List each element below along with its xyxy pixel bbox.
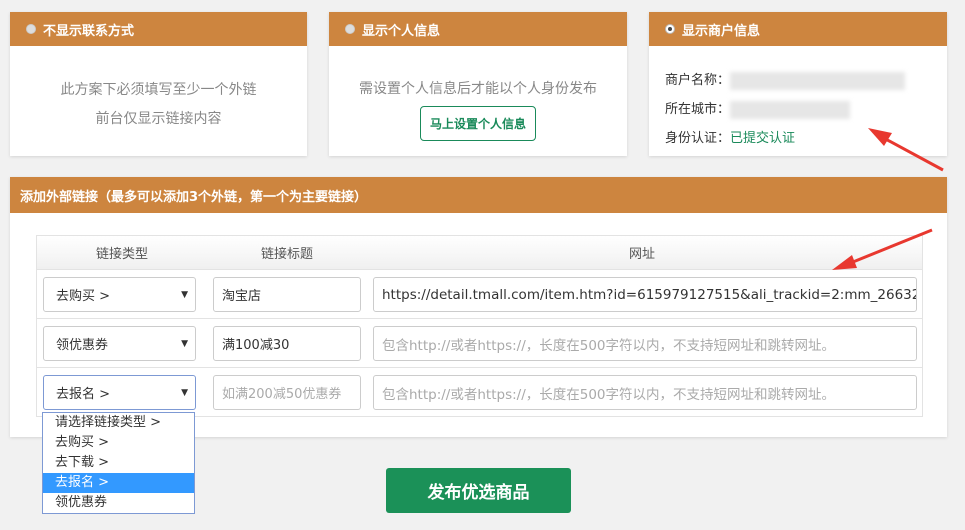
links-table: 链接类型 链接标题 网址 去购买 > ▼ 淘宝店 https://detail.t… bbox=[36, 235, 923, 417]
card-text: 此方案下必须填写至少一个外链 bbox=[60, 82, 257, 98]
dropdown-option[interactable]: 去购买 > bbox=[43, 433, 194, 453]
dropdown-option-selected[interactable]: 去报名 > bbox=[43, 473, 194, 493]
radio-merchant-info[interactable] bbox=[665, 24, 675, 34]
header-title: 链接标题 bbox=[260, 247, 313, 262]
card-title: 显示个人信息 bbox=[362, 23, 441, 39]
external-links-panel: 添加外部链接（最多可以添加3个外链，第一个为主要链接） 链接类型 链接标题 网址… bbox=[10, 177, 947, 437]
city-blurred bbox=[730, 100, 851, 119]
auth-status: 已提交认证 bbox=[730, 131, 796, 146]
merchant-name-blurred bbox=[730, 71, 906, 90]
dropdown-arrow-icon: ▼ bbox=[181, 289, 188, 300]
dropdown-arrow-icon: ▼ bbox=[181, 338, 188, 349]
link-type-select[interactable]: 去报名 > ▼ bbox=[43, 375, 196, 410]
dropdown-option[interactable]: 领优惠券 bbox=[43, 493, 194, 513]
url-input[interactable]: 包含http://或者https://，长度在500字符以内，不支持短网址和跳转… bbox=[373, 326, 917, 361]
dropdown-option[interactable]: 请选择链接类型 > bbox=[43, 413, 194, 433]
url-input[interactable]: https://detail.tmall.com/item.htm?id=615… bbox=[373, 277, 917, 312]
card-hide-contact[interactable]: 不显示联系方式 此方案下必须填写至少一个外链 前台仅显示链接内容 bbox=[10, 12, 307, 156]
table-row: 去购买 > ▼ 淘宝店 https://detail.tmall.com/item… bbox=[37, 270, 922, 319]
panel-title: 添加外部链接（最多可以添加3个外链，第一个为主要链接） bbox=[10, 177, 947, 213]
radio-personal-info[interactable] bbox=[345, 24, 355, 34]
card-title: 不显示联系方式 bbox=[43, 23, 135, 39]
header-url: 网址 bbox=[628, 247, 655, 262]
card-text: 前台仅显示链接内容 bbox=[95, 111, 222, 127]
link-title-input[interactable]: 淘宝店 bbox=[213, 277, 361, 312]
table-row: 去报名 > ▼ 如满200减50优惠券 包含http://或者https://，长… bbox=[37, 368, 922, 417]
card-text: 需设置个人信息后才能以个人身份发布 bbox=[359, 81, 597, 97]
link-type-dropdown[interactable]: 请选择链接类型 > 去购买 > 去下载 > 去报名 > 领优惠券 bbox=[42, 412, 195, 514]
dropdown-option[interactable]: 去下载 > bbox=[43, 453, 194, 473]
header-type: 链接类型 bbox=[95, 247, 148, 262]
link-title-input[interactable]: 满100减30 bbox=[213, 326, 361, 361]
publish-button[interactable]: 发布优选商品 bbox=[386, 468, 571, 513]
set-personal-info-button[interactable]: 马上设置个人信息 bbox=[419, 106, 536, 141]
card-merchant-info[interactable]: 显示商户信息 商户名称： 所在城市： 身份认证：已提交认证 bbox=[649, 12, 947, 156]
link-title-input[interactable]: 如满200减50优惠券 bbox=[213, 375, 361, 410]
radio-hide-contact[interactable] bbox=[26, 24, 36, 34]
url-input[interactable]: 包含http://或者https://，长度在500字符以内，不支持短网址和跳转… bbox=[373, 375, 917, 410]
table-row: 领优惠券 ▼ 满100减30 包含http://或者https://，长度在500… bbox=[37, 319, 922, 368]
merchant-name-label: 商户名称： bbox=[665, 73, 731, 88]
auth-label: 身份认证： bbox=[665, 131, 731, 146]
city-label: 所在城市： bbox=[665, 102, 731, 117]
link-type-select[interactable]: 去购买 > ▼ bbox=[43, 277, 196, 312]
link-type-select[interactable]: 领优惠券 ▼ bbox=[43, 326, 196, 361]
card-personal-info[interactable]: 显示个人信息 需设置个人信息后才能以个人身份发布 马上设置个人信息 bbox=[329, 12, 627, 156]
card-title: 显示商户信息 bbox=[682, 23, 761, 39]
dropdown-arrow-icon: ▼ bbox=[181, 387, 188, 398]
